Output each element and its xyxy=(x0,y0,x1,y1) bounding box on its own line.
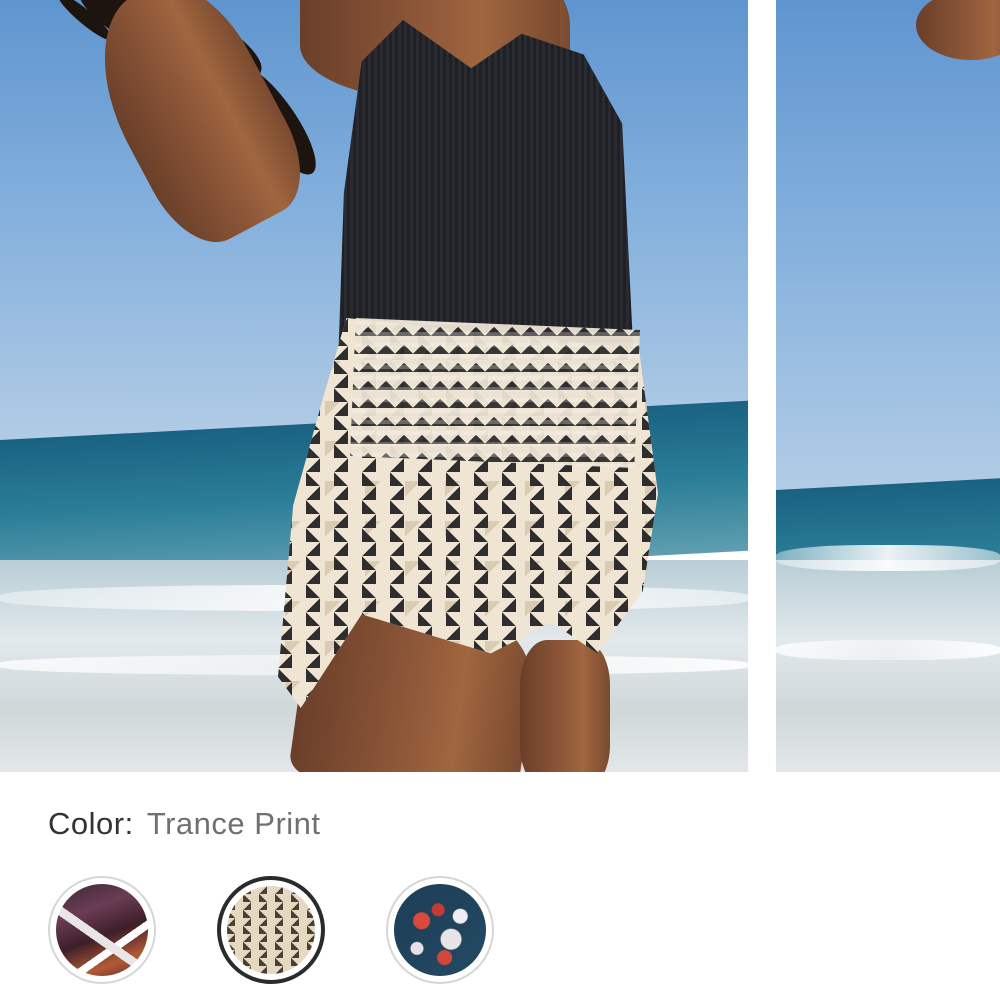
color-selection-label: Color: Trance Print xyxy=(48,806,321,842)
product-image-carousel[interactable] xyxy=(0,0,1000,772)
swatch-image xyxy=(394,884,486,976)
color-swatch-list xyxy=(46,873,506,989)
black-tank-top xyxy=(338,20,634,365)
color-label: Color: xyxy=(48,806,134,841)
selected-color-name: Trance Print xyxy=(146,806,321,841)
swatch-image xyxy=(227,886,315,974)
swatch-image xyxy=(56,884,148,976)
color-swatch-multi-print[interactable] xyxy=(48,876,156,984)
shorts-waistband xyxy=(350,318,640,468)
color-swatch-floral-print[interactable] xyxy=(386,876,494,984)
product-image-main[interactable] xyxy=(0,0,748,772)
product-image-next[interactable] xyxy=(776,0,1000,772)
color-swatch-trance-print[interactable] xyxy=(217,876,325,984)
